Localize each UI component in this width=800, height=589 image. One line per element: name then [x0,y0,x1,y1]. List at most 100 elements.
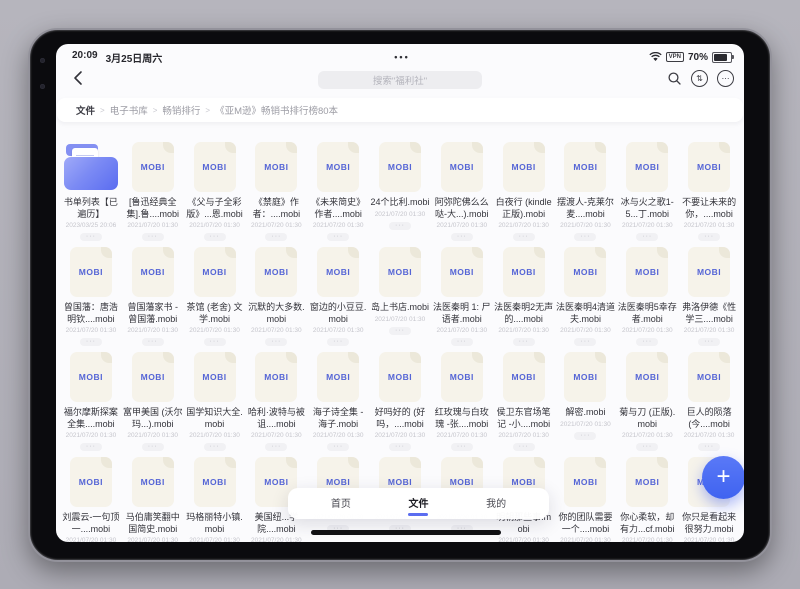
sort-icon[interactable]: ⇅ [691,70,708,87]
add-fab-button[interactable]: + [702,456,744,499]
file-more-button[interactable]: ··· [451,338,473,346]
file-cell[interactable]: MOBI 法医秦明4清道夫.mobi 2021/07/20 01:30 ··· [555,241,617,346]
file-cell[interactable]: MOBI 《未来简史》作者....mobi 2021/07/20 01:30 ·… [307,136,369,241]
file-date: 2021/07/20 01:30 [622,222,673,229]
file-more-button[interactable]: ··· [636,338,658,346]
file-cell[interactable]: MOBI 24个比利.mobi 2021/07/20 01:30 ··· [369,136,431,241]
tab-首页[interactable]: 首页 [331,492,351,516]
breadcrumb-item-library[interactable]: 电子书库 [110,103,148,117]
file-more-button[interactable]: ··· [327,443,349,451]
file-cell[interactable]: MOBI 窗边的小豆豆.mobi 2021/07/20 01:30 ··· [307,241,369,346]
tab-文件[interactable]: 文件 [408,492,428,516]
file-date: 2021/07/20 01:30 [251,327,302,334]
file-cell[interactable]: MOBI 冰与火之歌1-5...丁.mobi 2021/07/20 01:30 … [616,136,678,241]
file-cell[interactable]: MOBI 红玫瑰与白玫瑰 -张....mobi 2021/07/20 01:30… [431,346,493,451]
search-icon[interactable] [667,71,682,86]
file-cell[interactable]: MOBI 马伯庸笑翻中国简史.mobi 2021/07/20 01:30 ··· [122,451,184,542]
file-cell[interactable]: MOBI 《父与子全彩版》...恩.mobi 2021/07/20 01:30 … [184,136,246,241]
mobi-badge-label: MOBI [79,477,103,487]
file-more-button[interactable]: ··· [142,233,164,241]
file-more-button[interactable]: ··· [451,443,473,451]
file-cell[interactable]: MOBI 摆渡人-克莱尔麦....mobi 2021/07/20 01:30 ·… [555,136,617,241]
file-more-button[interactable]: ··· [574,432,596,440]
back-button[interactable] [70,69,90,89]
file-cell[interactable]: MOBI 富甲美国 (沃尔玛...).mobi 2021/07/20 01:30… [122,346,184,451]
file-cell[interactable]: MOBI 哈利·波特与被诅....mobi 2021/07/20 01:30 ·… [245,346,307,451]
file-cell[interactable]: MOBI [鲁迅经典全集].鲁....mobi 2021/07/20 01:30… [122,136,184,241]
file-cell[interactable]: MOBI 曾国藩家书 - 曾国藩.mobi 2021/07/20 01:30 ·… [122,241,184,346]
file-more-button[interactable]: ··· [204,338,226,346]
file-more-button[interactable]: ··· [389,443,411,451]
file-more-button[interactable]: ··· [80,338,102,346]
file-cell[interactable]: MOBI 玛格丽特小镇.mobi 2021/07/20 01:30 ··· [184,451,246,542]
file-more-button[interactable]: ··· [327,338,349,346]
file-cell[interactable]: MOBI 书单列表【已遍历】 2023/03/25 20:06 ··· [60,136,122,241]
file-cell[interactable]: MOBI 《禁庭》作者：....mobi 2021/07/20 01:30 ··… [245,136,307,241]
breadcrumb-item-root[interactable]: 文件 [76,103,95,117]
file-more-button[interactable]: ··· [574,233,596,241]
file-cell[interactable]: MOBI 福尔摩斯探案全集....mobi 2021/07/20 01:30 ·… [60,346,122,451]
file-more-button[interactable]: ··· [142,338,164,346]
file-cell[interactable]: MOBI 菊与刀 (正版).mobi 2021/07/20 01:30 ··· [616,346,678,451]
file-more-button[interactable]: ··· [513,338,535,346]
file-more-button[interactable]: ··· [698,443,720,451]
file-cell[interactable]: MOBI 弗洛伊德《性学三....mobi 2021/07/20 01:30 ·… [678,241,740,346]
home-indicator[interactable] [311,530,501,535]
file-more-button[interactable]: ··· [698,233,720,241]
file-cell[interactable]: MOBI 白夜行 (kindle正版).mobi 2021/07/20 01:3… [493,136,555,241]
file-cell[interactable]: MOBI 海子诗全集 - 海子.mobi 2021/07/20 01:30 ··… [307,346,369,451]
file-cell[interactable]: MOBI 巨人的陨落 (今....mobi 2021/07/20 01:30 ·… [678,346,740,451]
file-more-button[interactable]: ··· [389,222,411,230]
mobi-file-icon: MOBI [626,352,668,402]
file-cell[interactable]: MOBI 曾国藩：唐浩明钦....mobi 2021/07/20 01:30 ·… [60,241,122,346]
mobi-badge-label: MOBI [326,162,350,172]
file-cell[interactable]: MOBI 法医秦明 1: 尸语者.mobi 2021/07/20 01:30 ·… [431,241,493,346]
file-more-button[interactable]: ··· [265,233,287,241]
file-cell[interactable]: MOBI 好吗好的 (好吗，....mobi 2021/07/20 01:30 … [369,346,431,451]
mobi-file-icon: MOBI [626,142,668,192]
file-cell[interactable]: MOBI 法医秦明5幸存者.mobi 2021/07/20 01:30 ··· [616,241,678,346]
file-more-button[interactable]: ··· [327,233,349,241]
file-more-button[interactable]: ··· [204,443,226,451]
file-more-button[interactable]: ··· [574,338,596,346]
file-cell[interactable]: MOBI 你的团队需要一个....mobi 2021/07/20 01:30 ·… [555,451,617,542]
tab-我的[interactable]: 我的 [486,492,506,516]
search-input[interactable]: 搜索"福利社" [318,71,482,89]
file-cell[interactable]: MOBI 茶馆 (老舍) 文学.mobi 2021/07/20 01:30 ··… [184,241,246,346]
more-options-icon[interactable]: ⋯ [717,70,734,87]
file-cell[interactable]: MOBI 法医秦明2无声的....mobi 2021/07/20 01:30 ·… [493,241,555,346]
file-more-button[interactable]: ··· [636,443,658,451]
mobi-badge-label: MOBI [697,267,721,277]
file-cell[interactable]: MOBI 不要让未来的你，....mobi 2021/07/20 01:30 ·… [678,136,740,241]
file-more-button[interactable]: ··· [636,233,658,241]
file-cell[interactable]: MOBI 沉默的大多数.mobi 2021/07/20 01:30 ··· [245,241,307,346]
file-more-button[interactable]: ··· [389,327,411,335]
file-more-button[interactable]: ··· [513,443,535,451]
file-more-button[interactable]: ··· [80,443,102,451]
screen: 20:09 3月25日周六 ••• VPN 70% [56,44,744,542]
file-more-button[interactable]: ··· [265,338,287,346]
file-cell[interactable]: MOBI 你心柔软，却有力...cf.mobi 2021/07/20 01:30… [616,451,678,542]
mobi-file-icon: MOBI [503,142,545,192]
file-cell[interactable]: MOBI 国学知识大全.mobi 2021/07/20 01:30 ··· [184,346,246,451]
mobi-badge-label: MOBI [326,372,350,382]
file-name: 巨人的陨落 (今....mobi [678,407,740,430]
mobi-badge-label: MOBI [141,372,165,382]
file-cell[interactable]: MOBI 岛上书店.mobi 2021/07/20 01:30 ··· [369,241,431,346]
file-cell[interactable]: MOBI 阿弥陀佛么么哒-大...).mobi 2021/07/20 01:30… [431,136,493,241]
file-more-button[interactable]: ··· [451,233,473,241]
file-cell[interactable]: MOBI 刘震云-一句顶一....mobi 2021/07/20 01:30 ·… [60,451,122,542]
file-cell[interactable]: MOBI 侯卫东官场笔记 -小....mobi 2021/07/20 01:30… [493,346,555,451]
file-more-button[interactable]: ··· [513,233,535,241]
file-name: 法医秦明4清道夫.mobi [555,302,617,325]
file-more-button[interactable]: ··· [204,233,226,241]
file-more-button[interactable]: ··· [698,338,720,346]
file-name: 不要让未来的你，....mobi [678,197,740,220]
file-more-button[interactable]: ··· [265,443,287,451]
breadcrumb-item-bestsellers[interactable]: 畅销排行 [162,103,200,117]
file-more-button[interactable]: ··· [80,233,102,241]
file-more-button[interactable]: ··· [142,443,164,451]
file-name: 24个比利.mobi [369,197,430,209]
file-date: 2021/07/20 01:30 [684,327,735,334]
file-cell[interactable]: MOBI 解密.mobi 2021/07/20 01:30 ··· [555,346,617,451]
